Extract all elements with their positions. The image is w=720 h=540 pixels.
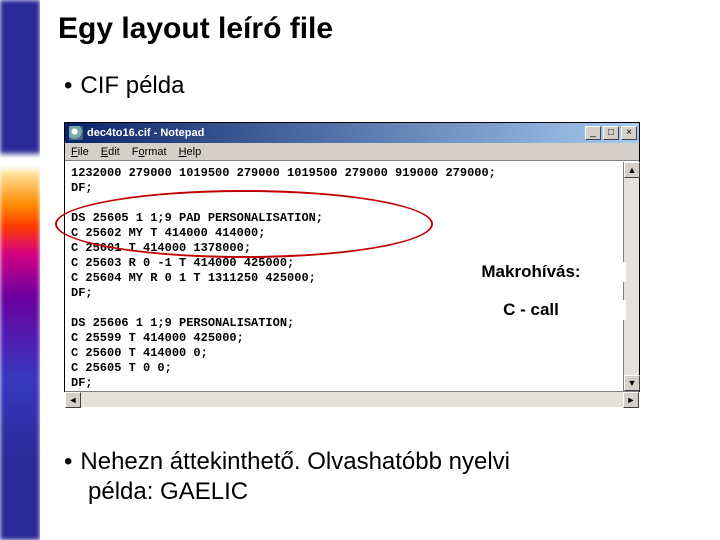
minimize-button[interactable]: _	[585, 126, 601, 140]
annotation-makrohivas: Makrohívás:	[436, 262, 626, 282]
titlebar: dec4to16.cif - Notepad _ □ ×	[65, 123, 639, 143]
window-buttons: _ □ ×	[585, 126, 637, 140]
notepad-window: dec4to16.cif - Notepad _ □ × File Edit F…	[64, 122, 640, 392]
slide-title: Egy layout leíró file	[58, 12, 333, 46]
menu-help[interactable]: Help	[179, 146, 202, 158]
scroll-up-icon[interactable]: ▲	[624, 162, 640, 178]
scroll-down-icon[interactable]: ▼	[624, 375, 640, 391]
menu-file[interactable]: File	[71, 146, 89, 158]
bullet-dot-icon: •	[64, 448, 72, 475]
bullet-1-text: CIF példa	[80, 72, 184, 99]
decorative-stripe	[0, 0, 40, 540]
maximize-button[interactable]: □	[603, 126, 619, 140]
horizontal-scrollbar[interactable]: ◄ ►	[65, 391, 639, 407]
window-title: dec4to16.cif - Notepad	[87, 127, 204, 139]
scroll-left-icon[interactable]: ◄	[65, 392, 81, 408]
annotation-c-call: C - call	[436, 300, 626, 320]
bullet-1: • CIF példa	[64, 72, 184, 100]
menu-format[interactable]: Format	[132, 146, 167, 158]
scroll-track[interactable]	[81, 392, 623, 407]
bullet-dot-icon: •	[64, 72, 72, 99]
decorative-mask	[40, 0, 50, 540]
bullet-2: • Nehezn áttekinthető. Olvashatóbb nyelvi	[64, 448, 510, 476]
notepad-icon	[69, 126, 83, 140]
menubar: File Edit Format Help	[65, 143, 639, 161]
bullet-2-line2: példa: GAELIC	[88, 478, 248, 506]
scroll-right-icon[interactable]: ►	[623, 392, 639, 408]
bullet-2-line1: Nehezn áttekinthető. Olvashatóbb nyelvi	[80, 448, 510, 475]
menu-edit[interactable]: Edit	[101, 146, 120, 158]
close-button[interactable]: ×	[621, 126, 637, 140]
slide: Egy layout leíró file • CIF példa dec4to1…	[0, 0, 720, 540]
